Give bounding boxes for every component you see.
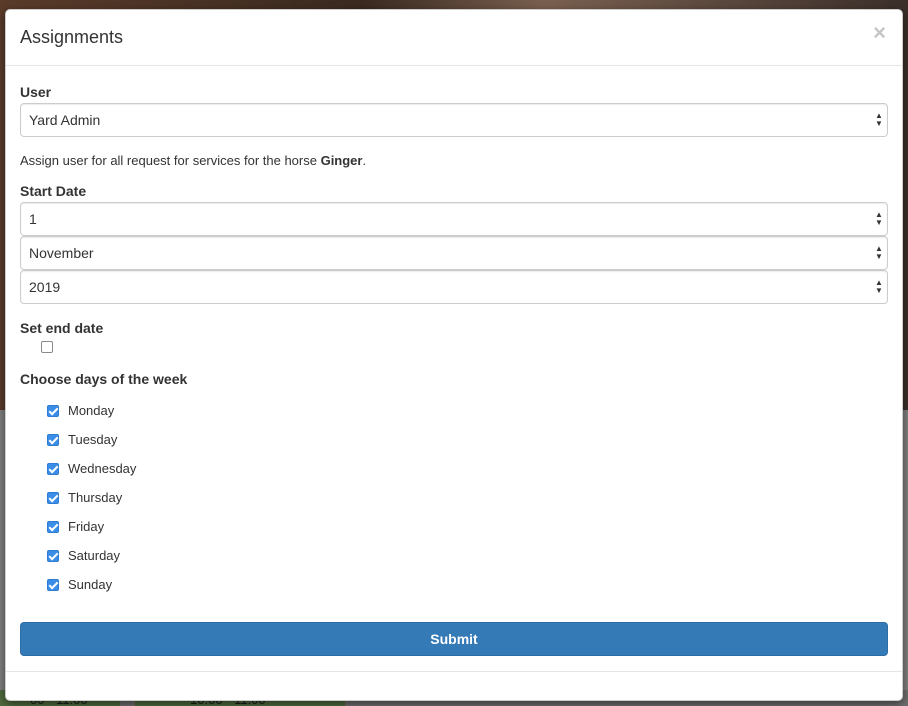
select-arrows-icon: ▲ ▼ bbox=[875, 111, 883, 128]
assign-help-text: Assign user for all request for services… bbox=[20, 153, 366, 168]
end-date-label: Set end date bbox=[20, 320, 104, 336]
day-label: Wednesday bbox=[68, 461, 137, 476]
start-month-value: November bbox=[29, 245, 94, 261]
day-label: Sunday bbox=[68, 577, 113, 592]
select-arrows-icon: ▲ ▼ bbox=[875, 210, 883, 227]
wednesday-checkbox[interactable] bbox=[47, 463, 59, 475]
start-month-select[interactable]: November ▲ ▼ bbox=[20, 236, 888, 270]
friday-checkbox[interactable] bbox=[47, 521, 59, 533]
modal-title: Assignments bbox=[20, 27, 124, 47]
modal-header: Assignments × bbox=[6, 10, 902, 66]
days-of-week-label: Choose days of the week bbox=[20, 371, 188, 387]
select-arrows-icon: ▲ ▼ bbox=[875, 278, 883, 295]
sunday-checkbox[interactable] bbox=[47, 579, 59, 591]
submit-button[interactable]: Submit bbox=[20, 622, 888, 656]
close-icon[interactable]: × bbox=[873, 22, 886, 44]
thursday-checkbox[interactable] bbox=[47, 492, 59, 504]
day-label: Friday bbox=[68, 519, 105, 534]
assignments-modal: Assignments × User Yard Admin ▲ ▼ Assign … bbox=[5, 9, 903, 701]
start-year-select[interactable]: 2019 ▲ ▼ bbox=[20, 270, 888, 304]
start-year-value: 2019 bbox=[29, 279, 61, 295]
start-date-label: Start Date bbox=[20, 183, 87, 199]
end-date-checkbox[interactable] bbox=[41, 341, 53, 353]
day-label: Thursday bbox=[68, 490, 123, 505]
saturday-checkbox[interactable] bbox=[47, 550, 59, 562]
start-day-value: 1 bbox=[29, 211, 37, 227]
help-text-prefix: Assign user for all request for services… bbox=[20, 153, 321, 168]
user-label: User bbox=[20, 84, 52, 100]
user-select[interactable]: Yard Admin ▲ ▼ bbox=[20, 103, 888, 137]
modal-footer-divider bbox=[6, 671, 902, 672]
day-label: Tuesday bbox=[68, 432, 118, 447]
horse-name: Ginger bbox=[320, 153, 363, 168]
select-arrows-icon: ▲ ▼ bbox=[875, 244, 883, 261]
help-text-suffix: . bbox=[362, 153, 367, 168]
day-label: Monday bbox=[68, 403, 115, 418]
tuesday-checkbox[interactable] bbox=[47, 434, 59, 446]
start-day-select[interactable]: 1 ▲ ▼ bbox=[20, 202, 888, 236]
day-label: Saturday bbox=[68, 548, 121, 563]
monday-checkbox[interactable] bbox=[47, 405, 59, 417]
user-select-value: Yard Admin bbox=[29, 112, 101, 128]
